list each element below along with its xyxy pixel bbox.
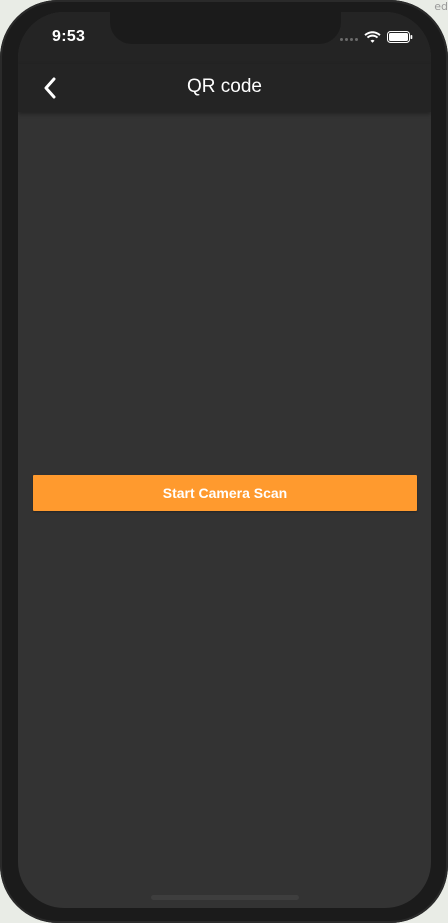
- signal-dots-icon: [340, 37, 358, 41]
- start-camera-scan-button[interactable]: Start Camera Scan: [33, 475, 417, 511]
- app-screen: 9:53 QR code Start Camera Scan: [18, 12, 431, 908]
- home-indicator[interactable]: [151, 895, 299, 900]
- device-notch: [110, 12, 341, 44]
- wifi-icon: [364, 30, 381, 48]
- battery-icon: [387, 30, 413, 48]
- navigation-bar: QR code: [18, 64, 431, 112]
- status-time: 9:53: [52, 28, 86, 45]
- page: ed 9:53 QR code Start Camera Scan: [0, 0, 448, 923]
- phone-frame: 9:53 QR code Start Camera Scan: [0, 0, 448, 923]
- background-edge-text: ed: [434, 0, 448, 13]
- status-icons: [340, 30, 413, 48]
- page-title: QR code: [187, 76, 262, 97]
